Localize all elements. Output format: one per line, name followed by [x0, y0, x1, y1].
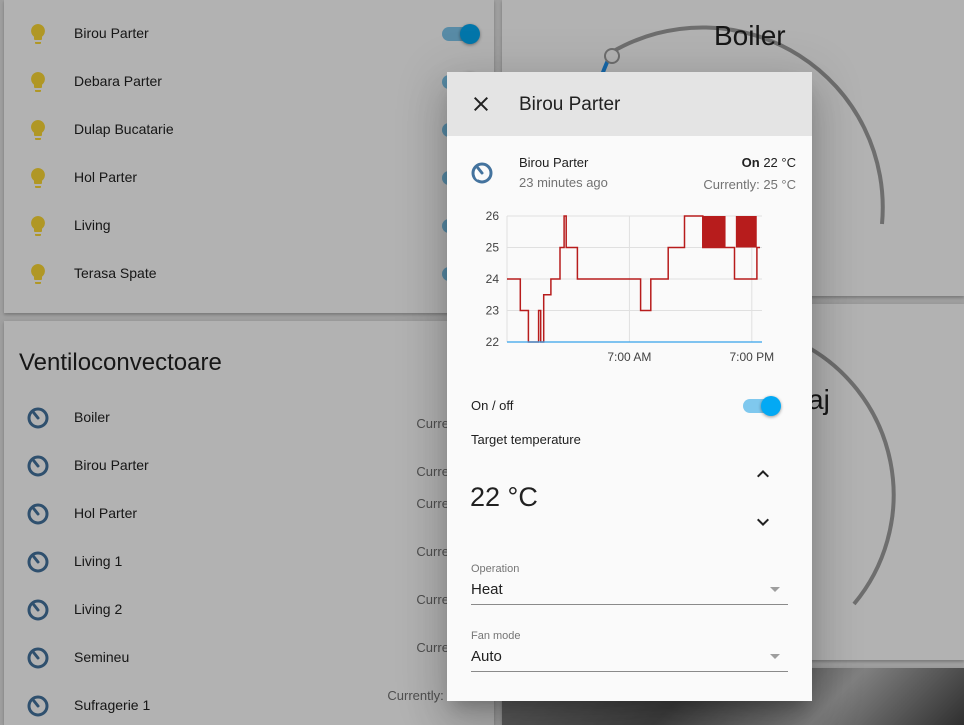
- target-temperature-value: 22 °C: [470, 482, 538, 512]
- y-tick-label: 23: [486, 304, 500, 318]
- y-tick-label: 25: [486, 241, 500, 255]
- entity-state: On 22 °C: [742, 155, 796, 170]
- dropdown-arrow-icon: [770, 654, 780, 659]
- close-button[interactable]: [469, 92, 493, 116]
- x-tick-label: 7:00 PM: [729, 350, 774, 364]
- temperature-up-button[interactable]: [751, 462, 775, 486]
- temperature-down-button[interactable]: [751, 510, 775, 534]
- operation-select[interactable]: Operation Heat: [471, 563, 788, 605]
- y-tick-label: 26: [486, 209, 500, 223]
- series-target-oscillation: [735, 216, 757, 248]
- history-chart: 22 23 24 25 26 7:00 AM 7:00 PM: [486, 209, 775, 364]
- onoff-toggle[interactable]: [743, 396, 781, 416]
- target-temperature-label: Target temperature: [471, 432, 581, 447]
- operation-value: Heat: [471, 581, 503, 598]
- dropdown-arrow-icon: [770, 587, 780, 592]
- y-tick-label: 22: [486, 335, 500, 349]
- current-temperature: Currently: 25 °C: [703, 177, 796, 192]
- entity-name: Birou Parter: [519, 155, 589, 170]
- chevron-up-icon: [757, 470, 769, 478]
- onoff-label: On / off: [471, 398, 514, 413]
- toggle-knob: [761, 396, 781, 416]
- close-icon: [474, 97, 488, 111]
- x-tick-label: 7:00 AM: [607, 350, 651, 364]
- more-info-dialog: Birou Parter Birou Parter 23 minutes ago…: [447, 72, 812, 701]
- fan-mode-value: Auto: [471, 648, 502, 665]
- fan-mode-label: Fan mode: [471, 630, 521, 642]
- operation-label: Operation: [471, 563, 520, 575]
- dialog-title: Birou Parter: [519, 94, 621, 115]
- state-on: On: [741, 155, 760, 170]
- state-target: 22 °C: [763, 155, 796, 170]
- dialog-header: Birou Parter: [447, 72, 812, 136]
- last-changed: 23 minutes ago: [519, 175, 608, 190]
- chevron-down-icon: [757, 518, 769, 526]
- series-target-oscillation: [702, 216, 726, 248]
- y-tick-label: 24: [486, 272, 500, 286]
- thermostat-icon: [470, 161, 494, 185]
- fan-mode-select[interactable]: Fan mode Auto: [471, 630, 788, 672]
